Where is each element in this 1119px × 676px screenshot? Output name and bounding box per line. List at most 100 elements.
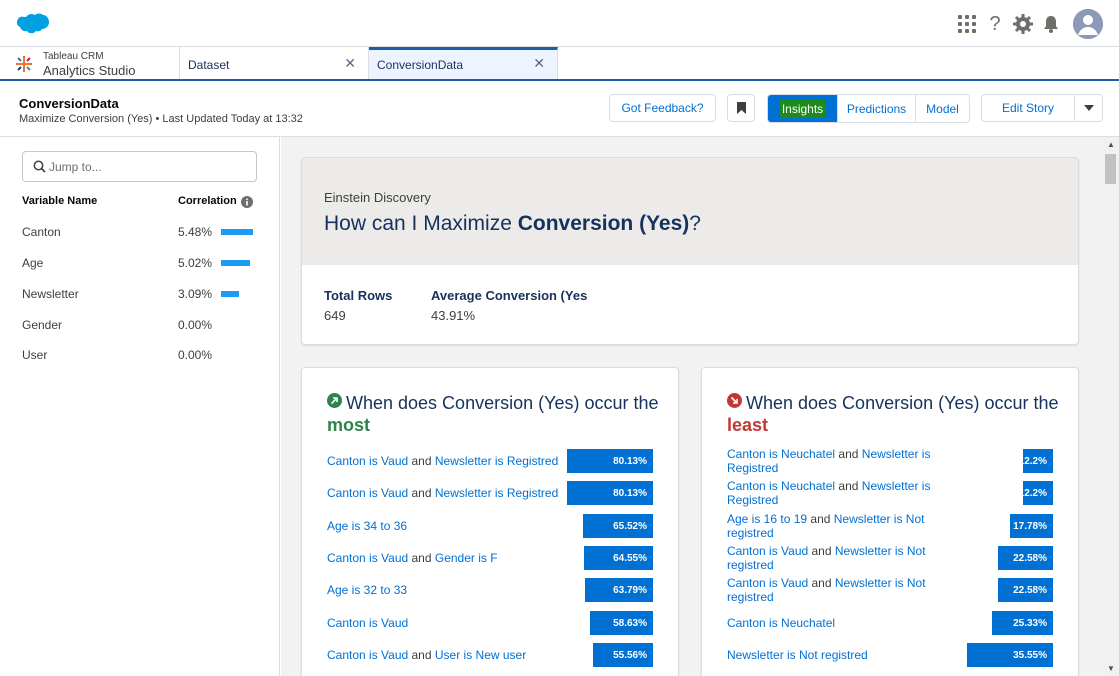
insight-condition-link[interactable]: Canton is Vaud — [727, 576, 808, 590]
correlation-value: 5.48% — [178, 225, 213, 239]
insight-condition-link[interactable]: Canton is Vaud — [327, 616, 408, 630]
least-insight-card: When does Conversion (Yes) occur the leas… — [701, 367, 1079, 676]
user-avatar-icon[interactable] — [1073, 9, 1103, 39]
setup-gear-icon[interactable] — [1011, 12, 1035, 36]
edit-story-menu-button[interactable] — [1074, 94, 1103, 122]
insight-row-text: Age is 32 to 33 — [327, 583, 562, 597]
story-summary-card: Einstein Discovery How can I Maximize Co… — [301, 157, 1079, 345]
insight-condition-link[interactable]: Canton is Neuchatel — [727, 479, 835, 493]
main-scrollbar[interactable]: ▲ ▼ — [1102, 137, 1119, 676]
insight-value-bar[interactable]: 58.63% — [590, 611, 653, 635]
close-icon[interactable]: ✕ — [344, 55, 356, 72]
page-title: ConversionData — [19, 96, 119, 111]
workspace-tab-bar: Tableau CRM Analytics Studio Dataset ✕ C… — [0, 47, 1119, 81]
insight-condition-link[interactable]: Gender is F — [435, 551, 498, 565]
variable-row[interactable]: Age 5.02% — [22, 256, 262, 276]
insight-value-bar[interactable]: 12.2% — [1019, 481, 1053, 505]
variable-row[interactable]: Canton 5.48% — [22, 225, 262, 245]
insight-value-label: 12.2% — [1018, 455, 1047, 467]
close-icon[interactable]: ✕ — [533, 55, 545, 72]
variable-row[interactable]: Newsletter 3.09% — [22, 287, 262, 307]
insight-condition-link[interactable]: User is New user — [435, 648, 526, 662]
insight-value-bar[interactable]: 35.55% — [967, 643, 1053, 667]
correlation-bar — [221, 260, 250, 266]
insight-row-text: Canton is Neuchatel and Newsletter is Re… — [727, 447, 942, 475]
insight-condition-link[interactable]: Canton is Vaud — [327, 486, 408, 500]
app-name-line2: Analytics Studio — [43, 63, 136, 78]
insight-value-label: 55.56% — [613, 649, 647, 661]
insight-condition-link[interactable]: Age is 16 to 19 — [727, 512, 807, 526]
variable-name: Canton — [22, 225, 61, 239]
app-launcher-icon[interactable] — [955, 12, 979, 36]
app-home-tab[interactable]: Tableau CRM Analytics Studio — [0, 47, 180, 79]
trend-up-icon — [327, 393, 342, 408]
notification-bell-icon[interactable] — [1039, 12, 1063, 36]
insight-condition-link[interactable]: Age is 32 to 33 — [327, 583, 407, 597]
tab-predictions[interactable]: Predictions — [838, 95, 916, 122]
insight-value-bar[interactable]: 17.78% — [1010, 514, 1053, 538]
correlation-value: 5.02% — [178, 256, 213, 270]
insight-condition-link[interactable]: Canton is Neuchatel — [727, 447, 835, 461]
insight-value-bar[interactable]: 65.52% — [583, 514, 653, 538]
einstein-discovery-label: Einstein Discovery — [324, 190, 431, 205]
insight-value-bar[interactable]: 22.58% — [998, 578, 1053, 602]
most-insight-card: When does Conversion (Yes) occur the most… — [301, 367, 679, 676]
insight-value-label: 22.58% — [1013, 584, 1047, 596]
scroll-down-icon[interactable]: ▼ — [1107, 664, 1115, 673]
insight-value-bar[interactable]: 55.56% — [593, 643, 653, 667]
app-name-line1: Tableau CRM — [43, 51, 104, 62]
tab-label: ConversionData — [377, 58, 464, 72]
insight-and-label: and — [808, 576, 835, 590]
insight-value-bar[interactable]: 22.58% — [998, 546, 1053, 570]
insight-condition-link[interactable]: Newsletter is Registred — [435, 486, 558, 500]
insight-value-bar[interactable]: 12.2% — [1019, 449, 1053, 473]
insight-row-text: Canton is Neuchatel — [727, 616, 942, 630]
salesforce-cloud-icon[interactable] — [14, 10, 52, 38]
insight-and-label: and — [835, 447, 862, 461]
insight-condition-link[interactable]: Canton is Vaud — [327, 454, 408, 468]
insight-value-label: 25.33% — [1013, 617, 1047, 629]
correlation-value: 0.00% — [178, 318, 213, 332]
tab-model[interactable]: Model — [916, 95, 969, 122]
insight-value-bar[interactable]: 64.55% — [584, 546, 653, 570]
insight-condition-link[interactable]: Age is 34 to 36 — [327, 519, 407, 533]
insight-value-bar[interactable]: 63.79% — [585, 578, 653, 602]
insight-value-bar[interactable]: 80.13% — [567, 449, 653, 473]
insight-row-text: Age is 34 to 36 — [327, 519, 562, 533]
help-icon[interactable]: ? — [983, 12, 1007, 36]
variable-row[interactable]: User 0.00% — [22, 348, 262, 368]
average-conversion-label: Average Conversion (Yes — [431, 288, 588, 303]
insight-and-label: and — [808, 544, 835, 558]
bookmark-button[interactable] — [727, 94, 755, 122]
variable-row[interactable]: Gender 0.00% — [22, 318, 262, 338]
insight-condition-link[interactable]: Canton is Vaud — [727, 544, 808, 558]
insight-condition-link[interactable]: Canton is Neuchatel — [727, 616, 835, 630]
got-feedback-button[interactable]: Got Feedback? — [609, 94, 716, 122]
tab-conversiondata[interactable]: ConversionData ✕ — [369, 47, 558, 79]
insight-row-text: Canton is Vaud and User is New user — [327, 648, 562, 662]
insight-value-bar[interactable]: 25.33% — [992, 611, 1053, 635]
insight-value-label: 17.78% — [1013, 520, 1047, 532]
insight-condition-link[interactable]: Newsletter is Not registred — [727, 648, 868, 662]
insight-row-text: Canton is Vaud and Newsletter is Registr… — [327, 454, 562, 468]
scrollbar-thumb[interactable] — [1105, 154, 1116, 184]
info-icon[interactable] — [241, 196, 253, 208]
variable-name: Newsletter — [22, 287, 79, 301]
insight-condition-link[interactable]: Newsletter is Registred — [435, 454, 558, 468]
search-placeholder: Jump to... — [49, 160, 102, 174]
insight-condition-link[interactable]: Canton is Vaud — [327, 648, 408, 662]
edit-story-button[interactable]: Edit Story — [981, 94, 1075, 122]
scroll-up-icon[interactable]: ▲ — [1107, 140, 1115, 149]
tab-dataset[interactable]: Dataset ✕ — [180, 47, 369, 79]
correlation-bar — [221, 229, 253, 235]
story-question: How can I Maximize Conversion (Yes)? — [324, 212, 701, 235]
insight-and-label: and — [807, 512, 834, 526]
insight-value-bar[interactable]: 80.13% — [567, 481, 653, 505]
insights-canvas: Einstein Discovery How can I Maximize Co… — [281, 137, 1102, 676]
global-header: ? — [0, 0, 1119, 47]
correlation-value: 0.00% — [178, 348, 213, 362]
jump-to-search[interactable]: Jump to... — [22, 151, 257, 182]
tab-insights[interactable]: Insights — [768, 95, 838, 122]
search-icon — [33, 160, 46, 173]
insight-condition-link[interactable]: Canton is Vaud — [327, 551, 408, 565]
